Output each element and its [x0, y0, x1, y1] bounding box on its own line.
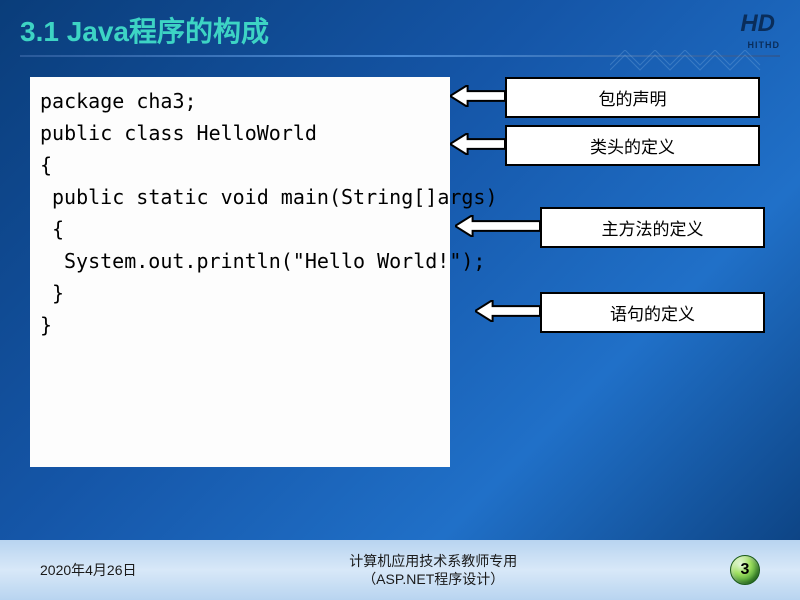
code-line: System.out.println("Hello World!");: [40, 245, 440, 277]
content-area: package cha3; public class HelloWorld { …: [20, 77, 780, 507]
logo-sub-text: HITHD: [748, 40, 781, 50]
arrow-left-icon: [455, 215, 540, 237]
footer-center: 计算机应用技术系教师专用 （ASP.NET程序设计）: [349, 552, 517, 588]
annotation-label: 包的声明: [505, 77, 760, 118]
footer-line2: （ASP.NET程序设计）: [349, 570, 517, 588]
code-line: public static void main(String[]args): [40, 181, 440, 213]
code-line: public class HelloWorld: [40, 117, 440, 149]
page-number: 3: [730, 555, 760, 585]
footer: 2020年4月26日 计算机应用技术系教师专用 （ASP.NET程序设计） 3: [0, 540, 800, 600]
annotation-label: 主方法的定义: [540, 207, 765, 248]
code-block: package cha3; public class HelloWorld { …: [30, 77, 450, 467]
footer-line1: 计算机应用技术系教师专用: [349, 552, 517, 570]
logo: HD HITHD: [720, 10, 780, 50]
logo-main-text: HD: [740, 10, 775, 38]
code-line: package cha3;: [40, 85, 440, 117]
code-line: }: [40, 309, 440, 341]
arrow-left-icon: [450, 85, 505, 107]
arrow-left-icon: [450, 133, 505, 155]
code-line: {: [40, 213, 440, 245]
annotation-label: 类头的定义: [505, 125, 760, 166]
slide-title: 3.1 Java程序的构成: [20, 10, 269, 50]
code-line: }: [40, 277, 440, 309]
footer-date: 2020年4月26日: [40, 560, 137, 580]
arrow-left-icon: [475, 300, 540, 322]
decorative-pattern: [610, 50, 770, 80]
code-line: {: [40, 149, 440, 181]
annotation-label: 语句的定义: [540, 292, 765, 333]
